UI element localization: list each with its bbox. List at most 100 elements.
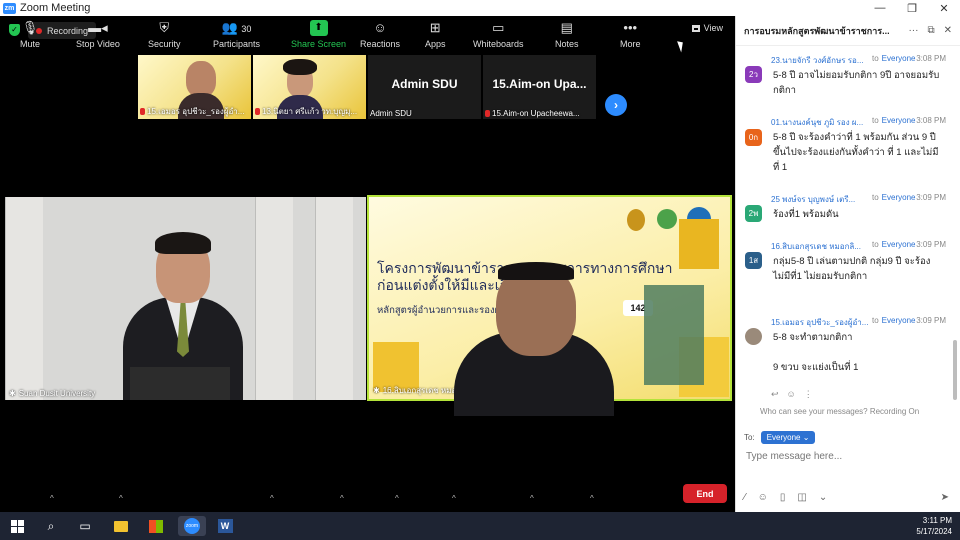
- video-options-caret-icon[interactable]: ^: [119, 494, 123, 503]
- zoom-logo-icon: zm: [3, 2, 16, 14]
- minimize-button[interactable]: —: [864, 0, 896, 16]
- chat-message: 2พ 25 พงษ์จร บุญพงษ์ เตรี... to Everyone 3:…: [736, 193, 946, 233]
- pop-out-icon[interactable]: ⧉: [927, 25, 934, 36]
- participant-name: 15.Aim-on Upacheewa...: [485, 109, 594, 118]
- participant-display-name: Admin SDU: [391, 77, 458, 91]
- whiteboards-button[interactable]: ▭ Whiteboards: [473, 20, 524, 49]
- more-dots-icon: •••: [623, 20, 638, 35]
- wall-panel: [315, 197, 353, 400]
- chat-message: 0ก 01.นางนงค์นุช ภูมิ รอง ผ... to Everyone…: [736, 116, 946, 186]
- chevron-down-icon[interactable]: ⌄: [819, 492, 827, 503]
- participant-thumbnail[interactable]: Admin SDU Admin SDU: [368, 55, 481, 119]
- apps-button[interactable]: ⊞ Apps: [425, 20, 446, 49]
- send-icon[interactable]: ➤: [941, 492, 949, 503]
- mute-options-caret-icon[interactable]: ^: [50, 494, 54, 503]
- apps-options-caret-icon[interactable]: ^: [452, 494, 456, 503]
- stop-video-button[interactable]: ▬◂ Stop Video: [76, 20, 120, 49]
- message-text: 5-8 ปี อาจไม่ยอมรับกติกา 9ปี อาจยอมรับกต…: [773, 70, 940, 96]
- store-app-icon[interactable]: [145, 516, 167, 536]
- to-label: To:: [744, 433, 755, 442]
- avatar: 2พ: [745, 205, 762, 222]
- chat-scrollbar[interactable]: [953, 340, 957, 400]
- tile-name-label: ✱ Suan Dusit University: [9, 389, 96, 398]
- task-view-icon[interactable]: ▭: [74, 516, 96, 536]
- more-actions-icon[interactable]: ⋮: [804, 389, 813, 400]
- whiteboards-options-caret-icon[interactable]: ^: [530, 494, 534, 503]
- format-icon[interactable]: ⁄: [744, 492, 746, 503]
- close-chat-icon[interactable]: ✕: [944, 25, 952, 36]
- message-header: 15.เอมอร อุปชีวะ_รองผู้อำ... to Everyone 3:…: [771, 316, 946, 327]
- building-photo: [644, 285, 704, 385]
- screenshot-icon[interactable]: ◫: [797, 492, 806, 503]
- message-input[interactable]: Type message here...: [746, 451, 946, 462]
- mic-muted-icon: [485, 110, 490, 117]
- reactions-smiley-icon: ☺: [373, 20, 387, 35]
- participant-face: [186, 61, 216, 97]
- notes-options-caret-icon[interactable]: ^: [590, 494, 594, 503]
- message-text: 5-8 ปี จะร้องคำว่าที่ 1 พร้อมกัน ส่วน 9 …: [773, 132, 939, 173]
- participants-button[interactable]: 👥 30 Participants: [213, 20, 260, 49]
- system-clock[interactable]: 3:11 PM 5/17/2024: [916, 515, 952, 537]
- encryption-shield-icon[interactable]: ✓: [9, 24, 20, 36]
- more-options-icon[interactable]: ···: [908, 25, 918, 36]
- mute-button[interactable]: 🎙 Mute: [20, 20, 40, 49]
- participant-thumbnail[interactable]: 13.นิตยา ศรีแก้ว วท.บุญมุ...: [253, 55, 366, 119]
- recipient-dropdown[interactable]: Everyone ⌄: [760, 431, 816, 444]
- view-grid-icon: [691, 24, 700, 32]
- add-reaction-icon[interactable]: ☺: [787, 389, 796, 400]
- participant-name: 13.นิตยา ศรีแก้ว วท.บุญมุ...: [255, 105, 364, 118]
- view-label: View: [703, 23, 723, 33]
- reactions-options-caret-icon[interactable]: ^: [395, 494, 399, 503]
- message-text: 9 ขวบ จะแย่งเป็นที่ 1: [773, 362, 859, 373]
- view-button[interactable]: View: [691, 23, 723, 33]
- speaker-video-tile[interactable]: ✱ Suan Dusit University: [5, 197, 366, 400]
- wall-panel: [255, 197, 293, 400]
- participant-hair: [283, 59, 317, 75]
- video-stage: ✓ Recording View 15.เอมอร อุปชีวะ_รองผู้…: [0, 16, 735, 512]
- chevron-down-icon: ⌄: [802, 433, 810, 442]
- participant-name: 15.เอมอร อุปชีวะ_รองผู้อำ...: [140, 105, 249, 118]
- avatar: 0ก: [745, 129, 762, 146]
- reply-icon[interactable]: ↩: [771, 389, 779, 400]
- avatar: 2ว: [745, 66, 762, 83]
- share-options-caret-icon[interactable]: ^: [340, 494, 344, 503]
- pin-icon: ✱: [373, 386, 380, 395]
- window-title: Zoom Meeting: [20, 2, 91, 14]
- file-icon[interactable]: ▯: [780, 492, 786, 503]
- more-button[interactable]: ••• More: [620, 20, 641, 49]
- next-page-arrow-icon[interactable]: ›: [605, 94, 627, 116]
- message-header: 25 พงษ์จร บุญพงษ์ เตรี... to Everyone 3:09 …: [771, 193, 946, 204]
- recipient-row: To: Everyone ⌄: [744, 431, 816, 444]
- avatar: 1ส: [745, 252, 762, 269]
- participants-options-caret-icon[interactable]: ^: [270, 494, 274, 503]
- maximize-button[interactable]: ❐: [896, 0, 928, 16]
- participant-thumbnail[interactable]: 15.Aim-on Upa... 15.Aim-on Upacheewa...: [483, 55, 596, 119]
- emblem-logo-icon: [627, 209, 645, 231]
- clock-date: 5/17/2024: [916, 527, 952, 536]
- share-screen-button[interactable]: ⬆ Share Screen: [291, 20, 346, 49]
- security-button[interactable]: ⛨ Security: [148, 20, 181, 49]
- windows-taskbar: ⌕ ▭ zoom W 3:11 PM 5/17/2024: [0, 512, 960, 540]
- close-button[interactable]: ✕: [928, 0, 960, 16]
- start-button[interactable]: [6, 516, 28, 536]
- who-can-see-link[interactable]: Who can see your messages? Recording On: [760, 407, 919, 416]
- notes-icon: ▤: [560, 20, 573, 35]
- word-taskbar-icon[interactable]: W: [214, 516, 236, 536]
- zoom-taskbar-icon[interactable]: zoom: [178, 516, 206, 536]
- whiteboard-icon: ▭: [492, 20, 505, 35]
- participant-name: Admin SDU: [370, 109, 412, 118]
- participant-thumbnail-strip: 15.เอมอร อุปชีวะ_รองผู้อำ... 13.นิตยา ศร…: [138, 55, 596, 119]
- window-controls: — ❐ ✕: [864, 0, 960, 16]
- notes-button[interactable]: ▤ Notes: [555, 20, 579, 49]
- emoji-icon[interactable]: ☺: [758, 492, 768, 503]
- end-meeting-button[interactable]: End: [683, 484, 727, 503]
- pin-icon: ✱: [9, 389, 16, 398]
- file-explorer-icon[interactable]: [110, 516, 132, 536]
- chat-message: 1ส 16.สิบเอกสุรเดช หมอกลิ... to Everyone 3:…: [736, 240, 946, 310]
- search-icon[interactable]: ⌕: [40, 516, 62, 536]
- participant-thumbnail[interactable]: 15.เอมอร อุปชีวะ_รองผู้อำ...: [138, 55, 251, 119]
- chat-title: การอบรมหลักสูตรพัฒนาข้าราชการ...: [744, 25, 890, 36]
- participant-display-name: 15.Aim-on Upa...: [492, 77, 587, 91]
- reactions-button[interactable]: ☺ Reactions: [360, 20, 400, 49]
- speaker-hair: [498, 262, 574, 280]
